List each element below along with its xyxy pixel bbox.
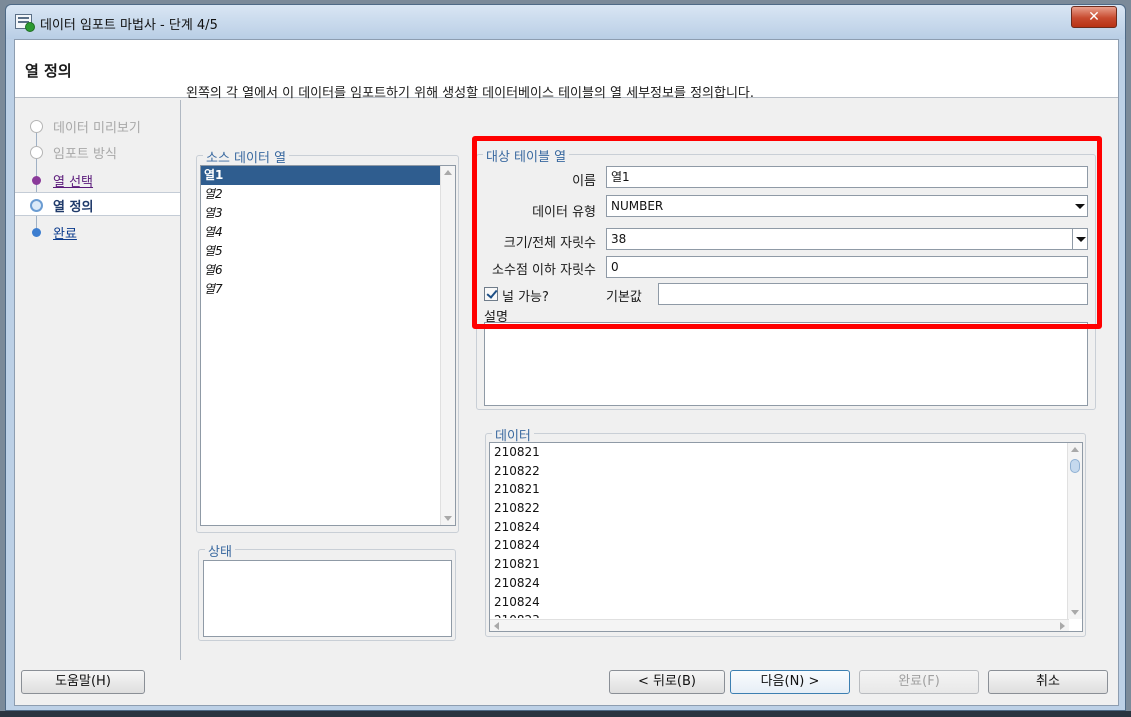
list-item: 210824 <box>494 519 540 534</box>
cancel-button[interactable]: 취소 <box>988 670 1108 694</box>
list-item[interactable]: 열7 <box>201 280 455 299</box>
scroll-up-icon[interactable] <box>444 170 452 175</box>
scroll-down-icon[interactable] <box>1071 610 1079 615</box>
name-field[interactable]: 열1 <box>606 166 1088 188</box>
step-import-method[interactable]: 임포트 방식 <box>15 140 180 164</box>
step-visited-icon <box>32 176 41 185</box>
list-item[interactable]: 열4 <box>201 223 455 242</box>
chevron-down-icon[interactable] <box>1072 229 1087 249</box>
step-label: 데이터 미리보기 <box>53 121 141 136</box>
data-type-label: 데이터 유형 <box>532 205 596 220</box>
step-column-select[interactable]: 열 선택 <box>15 168 180 192</box>
step-done-icon <box>30 146 43 159</box>
nullable-checkbox[interactable] <box>484 287 498 301</box>
list-item: 210824 <box>494 575 540 590</box>
close-button[interactable]: ✕ <box>1071 6 1117 28</box>
size-label: 크기/전체 자릿수 <box>503 236 596 251</box>
comment-textarea[interactable] <box>484 322 1088 406</box>
list-item: 210821 <box>494 557 540 572</box>
scroll-thumb[interactable] <box>1070 459 1080 473</box>
step-done-icon <box>30 120 43 133</box>
list-item[interactable]: 열1 <box>201 166 440 185</box>
list-item[interactable]: 열6 <box>201 261 455 280</box>
step-label: 열 정의 <box>53 200 94 215</box>
import-wizard-icon <box>15 14 35 32</box>
scale-label: 소수점 이하 자릿수 <box>492 263 596 278</box>
list-item: 210821 <box>494 445 540 459</box>
data-preview-list[interactable]: 210821 210822 210821 210822 210824 21082… <box>489 442 1083 632</box>
scroll-right-icon[interactable] <box>1060 622 1065 630</box>
list-item: 210821 <box>494 482 540 497</box>
step-link-icon <box>32 228 41 237</box>
list-item: 210823 <box>490 611 1082 618</box>
default-field[interactable] <box>658 283 1088 305</box>
step-column-define[interactable]: 열 정의 <box>15 192 180 216</box>
wizard-steps-nav: 데이터 미리보기 임포트 방식 열 선택 열 정의 완료 <box>15 100 181 660</box>
step-current-icon <box>30 199 43 212</box>
title-bar[interactable]: 데이터 임포트 마법사 - 단계 4/5 ✕ <box>6 5 1125 39</box>
back-button[interactable]: < 뒤로(B) <box>609 670 725 694</box>
data-type-select[interactable]: NUMBER <box>606 195 1088 217</box>
list-item[interactable]: 열2 <box>201 185 455 204</box>
next-button[interactable]: 다음(N) > <box>730 670 850 694</box>
scroll-down-icon[interactable] <box>444 516 452 521</box>
page-title: 열 정의 <box>25 62 72 80</box>
data-vertical-scrollbar[interactable] <box>1067 443 1082 619</box>
target-column-legend: 대상 테이블 열 <box>483 146 570 165</box>
list-item[interactable]: 열3 <box>201 204 455 223</box>
finish-button[interactable]: 완료(F) <box>859 670 979 694</box>
step-finish[interactable]: 완료 <box>15 220 180 244</box>
step-label: 완료 <box>53 227 77 242</box>
step-label: 열 선택 <box>53 175 94 190</box>
window-title: 데이터 임포트 마법사 - 단계 4/5 <box>40 18 218 33</box>
name-label: 이름 <box>572 174 596 189</box>
scale-field[interactable]: 0 <box>606 256 1088 278</box>
scroll-up-icon[interactable] <box>1071 447 1079 452</box>
source-columns-legend: 소스 데이터 열 <box>203 147 290 166</box>
status-area <box>203 560 452 637</box>
size-value: 38 <box>611 232 627 246</box>
chevron-down-icon[interactable] <box>1072 196 1087 216</box>
status-legend: 상태 <box>205 541 235 560</box>
data-rows: 210821 210822 210821 210822 210824 21082… <box>490 443 1082 618</box>
source-columns-list[interactable]: 열1 열2 열3 열4 열5 열6 열7 <box>200 165 456 526</box>
source-list-scrollbar[interactable] <box>440 166 455 525</box>
step-label: 임포트 방식 <box>53 147 117 162</box>
help-button[interactable]: 도움말(H) <box>21 670 145 694</box>
size-combo[interactable]: 38 <box>606 228 1088 250</box>
default-label: 기본값 <box>606 290 642 305</box>
instruction-text: 왼쪽의 각 열에서 이 데이터를 임포트하기 위해 생성할 데이터베이스 테이블… <box>186 86 755 101</box>
list-item: 210822 <box>494 463 540 478</box>
nullable-label: 널 가능? <box>502 290 549 305</box>
list-item: 210822 <box>494 501 540 516</box>
data-type-value: NUMBER <box>611 199 664 213</box>
data-horizontal-scrollbar[interactable] <box>490 619 1069 631</box>
list-item: 210824 <box>494 538 540 553</box>
scroll-left-icon[interactable] <box>494 622 499 630</box>
taskbar-strip <box>0 711 1131 717</box>
list-item: 210824 <box>494 594 540 609</box>
list-item[interactable]: 열5 <box>201 242 455 261</box>
step-data-preview[interactable]: 데이터 미리보기 <box>15 114 180 138</box>
